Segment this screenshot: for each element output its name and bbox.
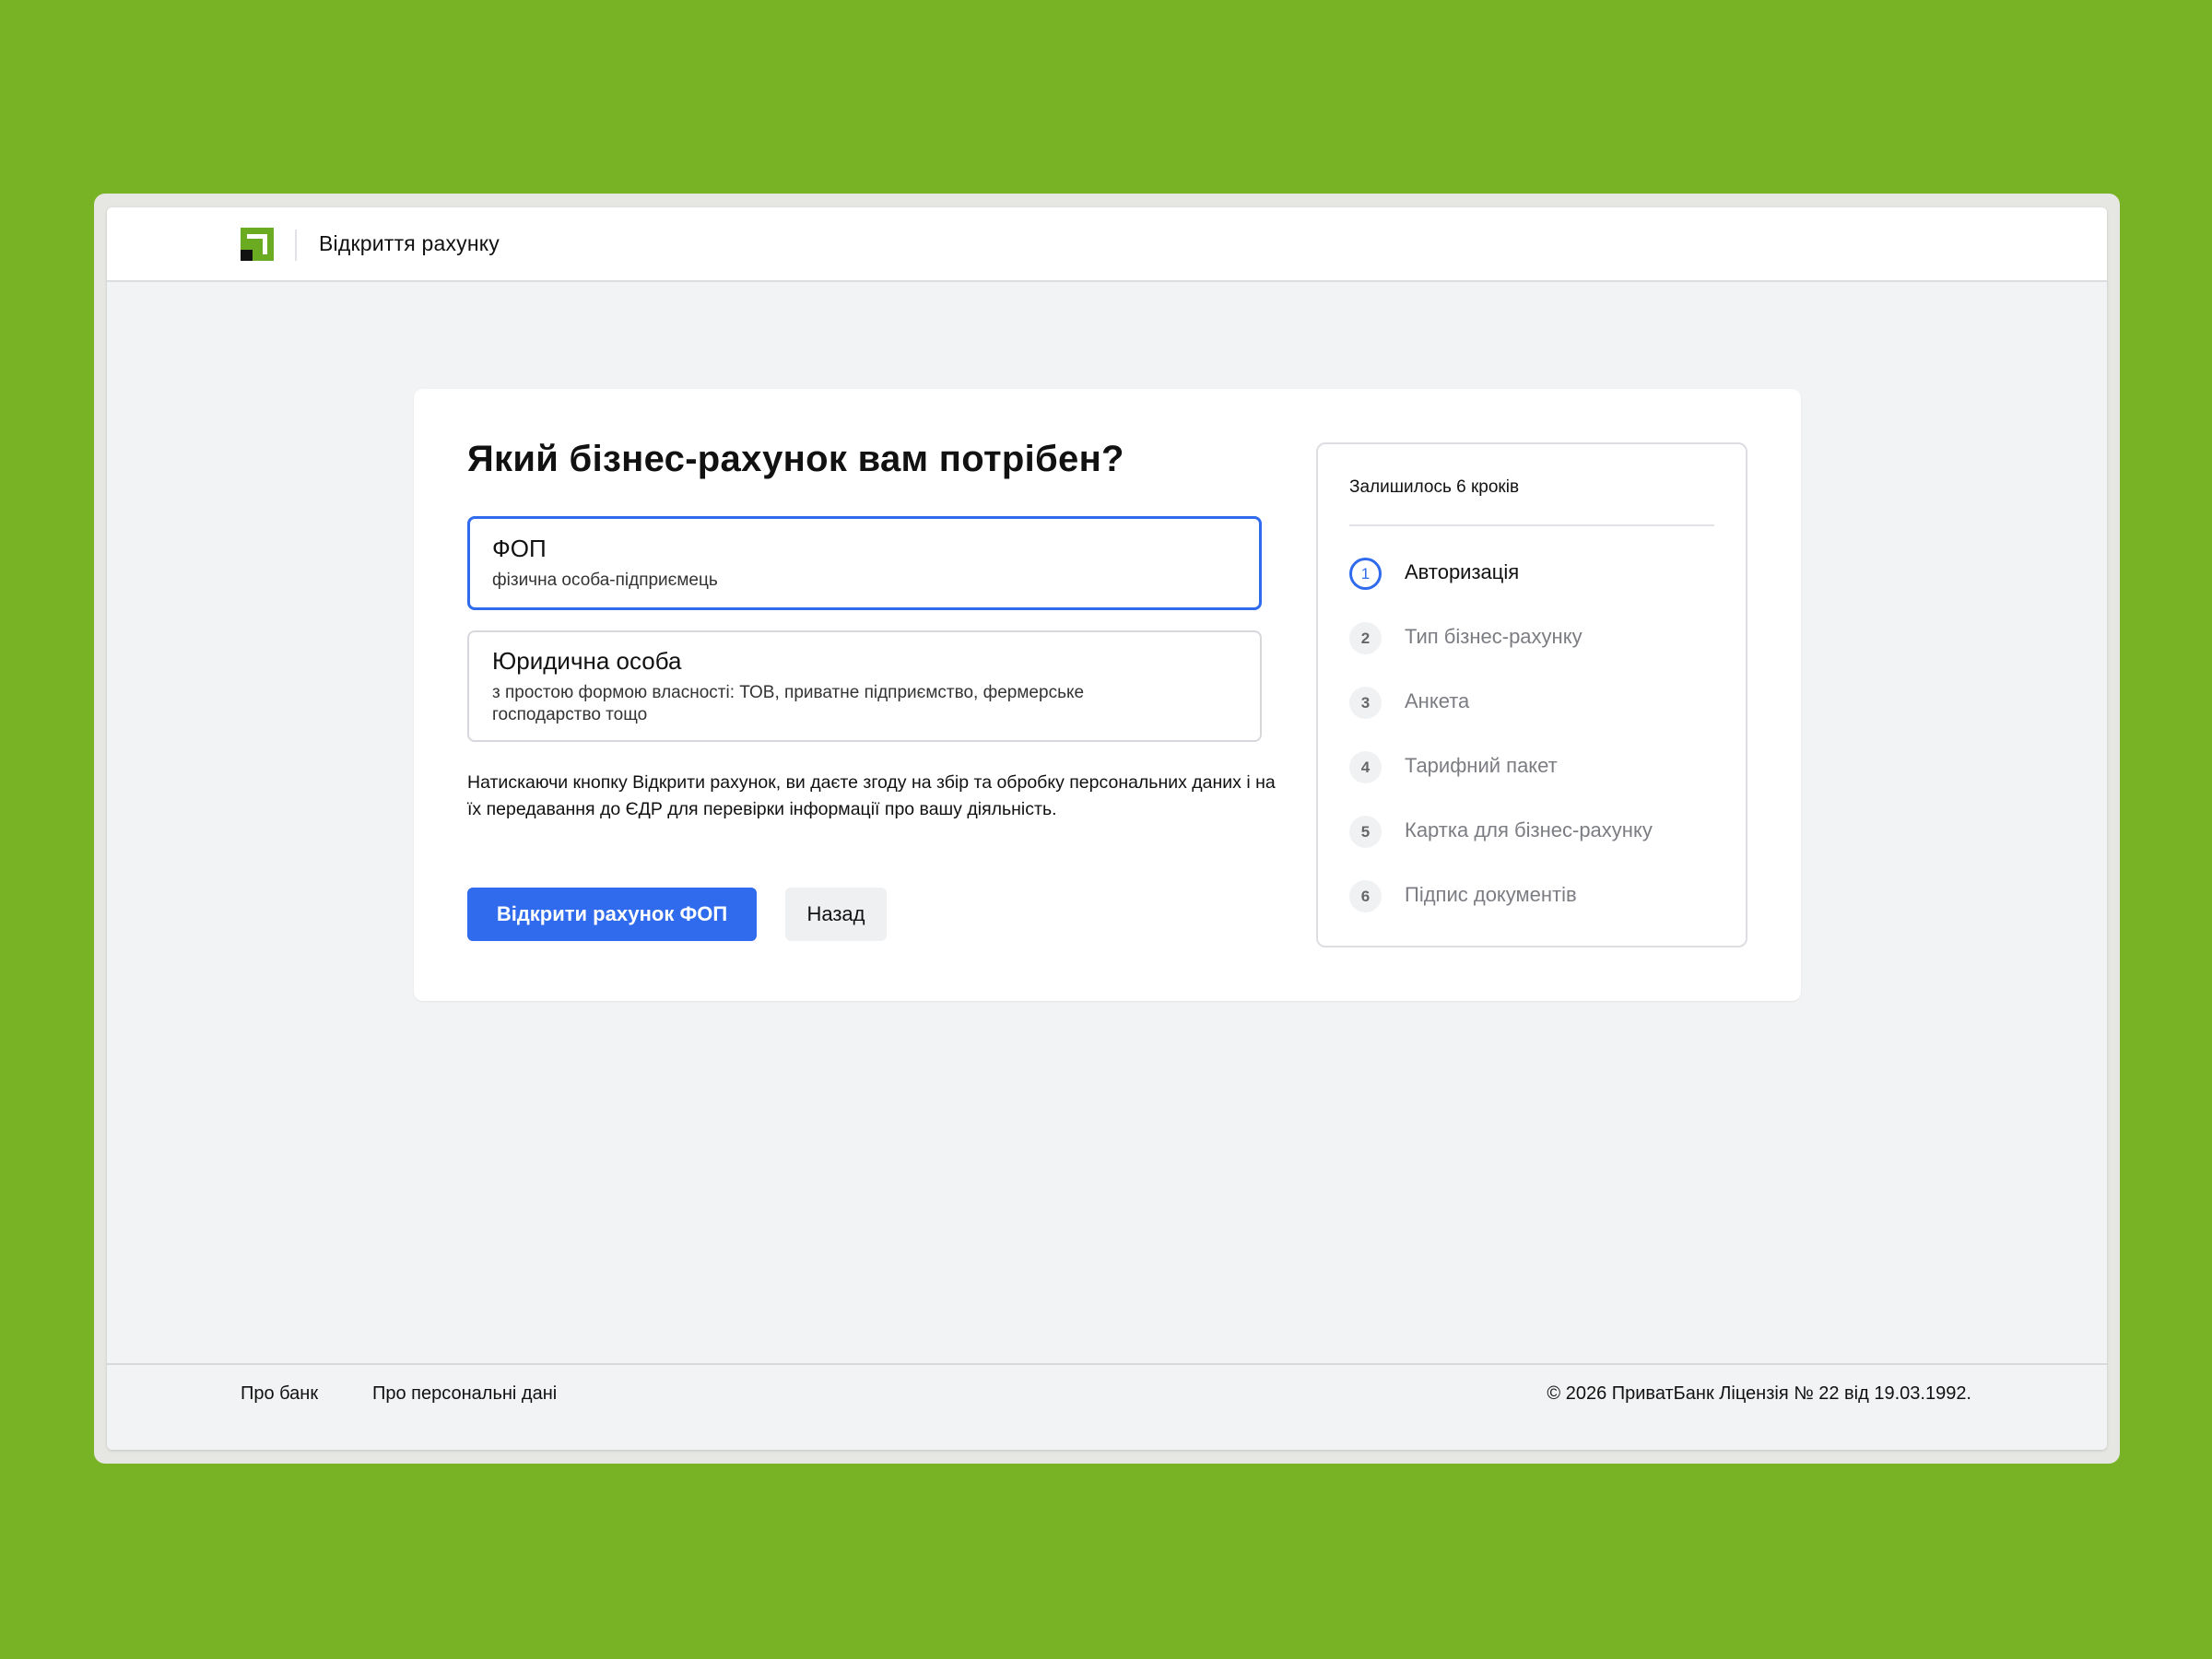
top-bar: Відкриття рахунку — [107, 207, 2107, 282]
consent-text: Натискаючи кнопку Відкрити рахунок, ви д… — [467, 772, 1276, 819]
open-account-button[interactable]: Відкрити рахунок ФОП — [467, 888, 757, 941]
step-item-account-type: 2 Тип бізнес-рахунку — [1349, 622, 1718, 655]
account-type-card: Який бізнес-рахунок вам потрібен? ФОП фі… — [414, 389, 1801, 1001]
step-label: Анкета — [1405, 689, 1470, 712]
step-label: Авторизація — [1405, 560, 1520, 583]
step-label: Картка для бізнес-рахунку — [1405, 818, 1653, 841]
steps-remaining: Залишилось 6 кроків — [1349, 477, 1520, 497]
step-item-authorization: 1 Авторизація — [1349, 558, 1718, 591]
footer: Про банк Про персональні дані © 2026 При… — [107, 1363, 2107, 1450]
step-item-signing: 6 Підпис документів — [1349, 880, 1718, 913]
step-item-tariff: 4 Тарифний пакет — [1349, 751, 1718, 784]
option-title: Юридична особа — [492, 647, 682, 675]
steps-panel: Залишилось 6 кроків 1 Авторизація 2 Тип … — [1316, 442, 1747, 947]
step-number: 3 — [1349, 687, 1382, 719]
option-subtitle: фізична особа-підприємець — [492, 571, 718, 590]
option-title: ФОП — [492, 535, 547, 562]
footer-link-personal-data[interactable]: Про персональні дані — [372, 1383, 557, 1405]
form-heading: Який бізнес-рахунок вам потрібен? — [467, 439, 1124, 479]
step-number: 1 — [1349, 558, 1382, 590]
option-legal-entity[interactable]: Юридична особа з простою формою власност… — [467, 630, 1262, 742]
browser-window: Відкриття рахунку Який бізнес-рахунок ва… — [107, 207, 2107, 1450]
footer-link-about-bank[interactable]: Про банк — [241, 1383, 318, 1405]
back-button[interactable]: Назад — [785, 888, 887, 941]
step-label: Тарифний пакет — [1405, 754, 1558, 777]
header-divider — [295, 229, 297, 261]
option-fop[interactable]: ФОП фізична особа-підприємець — [467, 516, 1262, 610]
page-title: Відкриття рахунку — [319, 231, 500, 255]
footer-copyright: © 2026 ПриватБанк Ліцензія № 22 від 19.0… — [1547, 1383, 1971, 1404]
privatbank-logo-icon[interactable] — [241, 228, 274, 261]
steps-divider — [1349, 524, 1714, 526]
step-number: 2 — [1349, 622, 1382, 654]
step-item-questionnaire: 3 Анкета — [1349, 687, 1718, 720]
step-number: 5 — [1349, 816, 1382, 848]
step-number: 6 — [1349, 880, 1382, 912]
step-label: Тип бізнес-рахунку — [1405, 625, 1583, 648]
step-label: Підпис документів — [1405, 883, 1577, 906]
step-number: 4 — [1349, 751, 1382, 783]
step-item-card: 5 Картка для бізнес-рахунку — [1349, 816, 1718, 849]
option-subtitle: з простою формою власності: ТОВ, приватн… — [492, 683, 1085, 724]
